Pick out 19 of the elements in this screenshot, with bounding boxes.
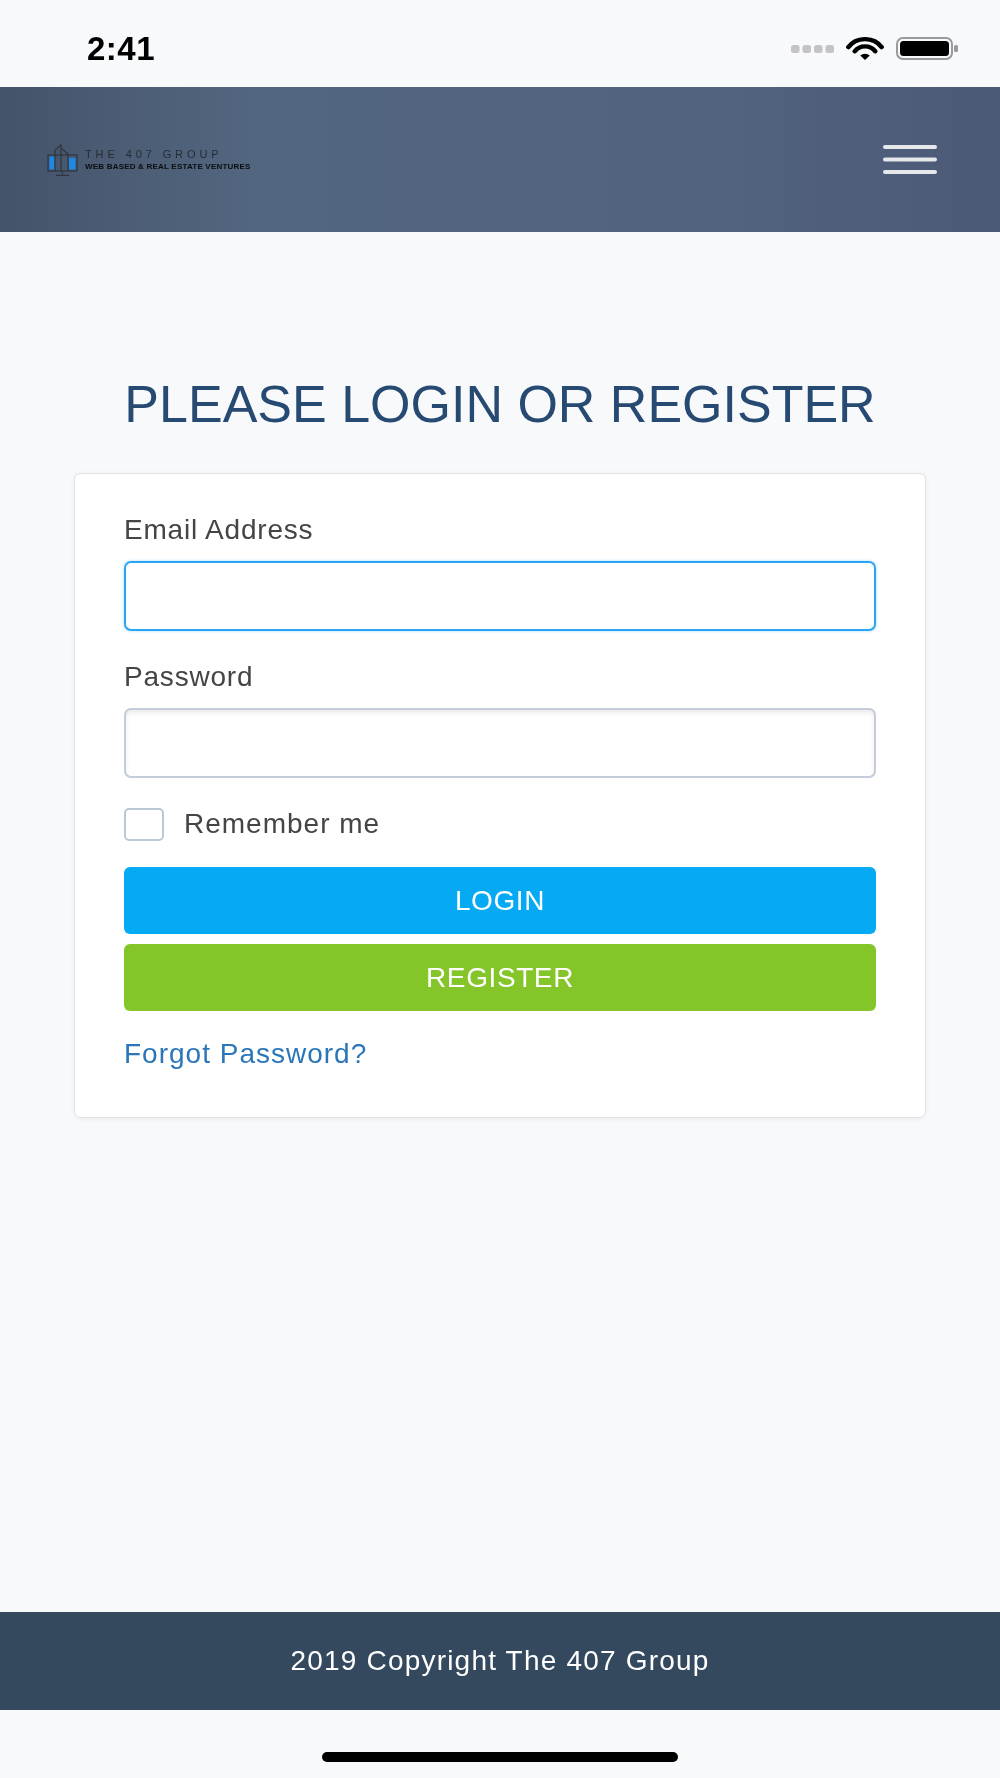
menu-icon[interactable]	[883, 145, 937, 174]
building-icon	[47, 143, 78, 176]
logo-text: THE 407 GROUP	[85, 148, 224, 160]
battery-icon	[896, 37, 958, 60]
page-title: PLEASE LOGIN OR REGISTER	[124, 374, 876, 435]
login-button[interactable]: LOGIN	[124, 867, 876, 934]
logo-tagline: WEB BASED & REAL ESTATE VENTURES	[85, 161, 251, 171]
forgot-password-link[interactable]: Forgot Password?	[124, 1038, 368, 1069]
field-label: Password	[124, 660, 254, 694]
input-field[interactable]	[124, 561, 876, 631]
input-field[interactable]	[124, 708, 876, 778]
checkbox-label[interactable]: Remember me	[184, 807, 381, 841]
home-indicator[interactable]	[322, 1752, 678, 1762]
checkbox[interactable]	[124, 807, 164, 841]
copyright-text: 2019 Copyright The 407 Group	[290, 1644, 710, 1678]
status-time: 2:41	[87, 32, 156, 65]
field-label: Email Address	[124, 513, 314, 547]
wifi-icon	[846, 37, 884, 60]
signal-icon	[791, 44, 834, 53]
